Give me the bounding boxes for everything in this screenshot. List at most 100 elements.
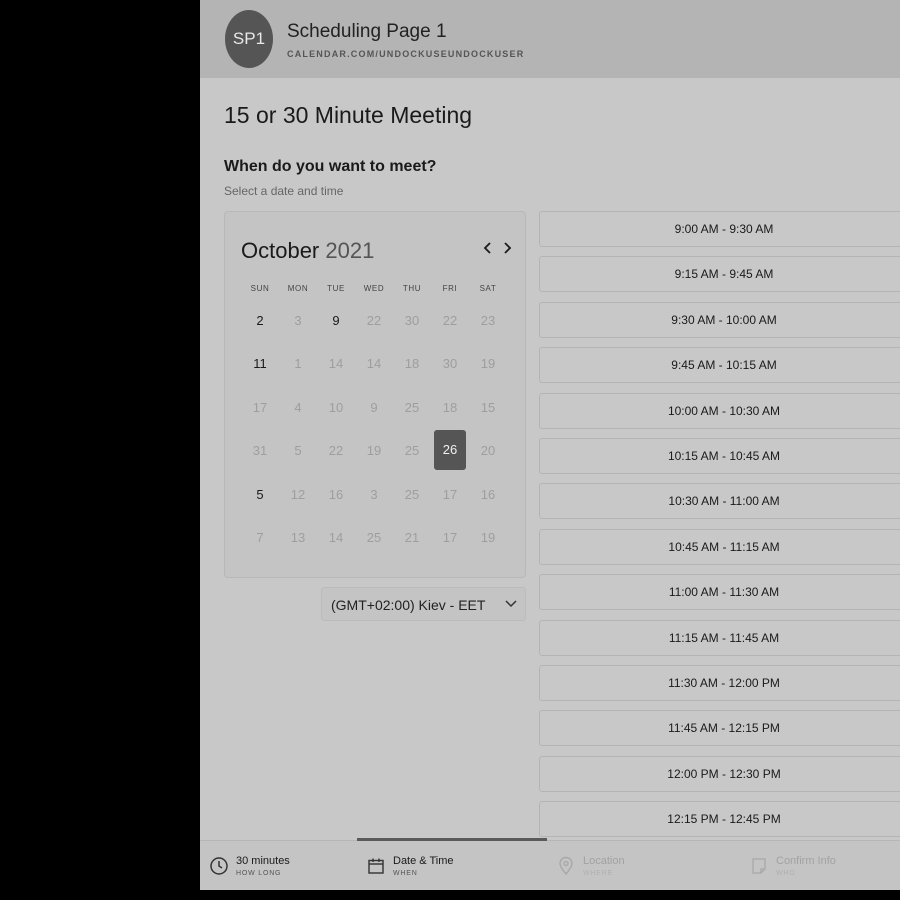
step-progress-bar: 30 minutes HOW LONG Date & Time WHEN Loc… bbox=[200, 838, 900, 890]
calendar-week: 11 1 14 14 18 30 19 bbox=[241, 349, 527, 393]
calendar-day: 13 bbox=[290, 530, 306, 545]
calendar-day: 5 bbox=[294, 443, 302, 458]
chevron-left-icon bbox=[483, 242, 491, 254]
time-slot-button[interactable]: 10:00 AM - 10:30 AM bbox=[539, 392, 900, 429]
calendar-day: 25 bbox=[404, 486, 420, 502]
time-slot-list: 9:00 AM - 9:30 AM 9:15 AM - 9:45 AM 9:30 A… bbox=[539, 211, 900, 846]
calendar-day: 12 bbox=[290, 486, 306, 502]
calendar-day: 25 bbox=[404, 443, 420, 458]
calendar-day: 22 bbox=[366, 312, 382, 328]
weekday-label: MON bbox=[287, 284, 309, 293]
calendar-day: 16 bbox=[480, 486, 496, 502]
section-subtitle: Select a date and time bbox=[224, 184, 344, 198]
calendar-day[interactable]: 11 bbox=[241, 349, 279, 379]
calendar-day: 19 bbox=[480, 530, 496, 545]
calendar-day[interactable]: 2 bbox=[241, 305, 279, 335]
calendar-day: 18 bbox=[404, 356, 420, 371]
time-slot-button[interactable]: 9:00 AM - 9:30 AM bbox=[539, 211, 900, 247]
timezone-select[interactable]: (GMT+02:00) Kiev - EET bbox=[321, 587, 526, 621]
weekday-label: FRI bbox=[442, 284, 458, 293]
previous-month-button[interactable] bbox=[483, 240, 493, 260]
weekday-header: SUN MON TUE WED THU FRI SAT bbox=[241, 284, 527, 293]
calendar-day: 30 bbox=[442, 356, 458, 371]
step-title: 30 minutes bbox=[236, 855, 290, 867]
avatar: SP1 bbox=[225, 10, 273, 68]
calendar-month: October bbox=[241, 238, 320, 263]
calendar-day: 10 bbox=[328, 399, 344, 415]
scheduling-page: SP1 Scheduling Page 1 CALENDAR.COM/UNDOC… bbox=[200, 0, 900, 890]
calendar-day: 23 bbox=[480, 312, 496, 328]
calendar-day: 3 bbox=[294, 312, 302, 328]
calendar-day: 22 bbox=[442, 312, 458, 328]
step-title: Location bbox=[583, 855, 625, 867]
step-title: Date & Time bbox=[393, 855, 454, 867]
time-slot-button[interactable]: 11:45 AM - 12:15 PM bbox=[539, 710, 900, 747]
chevron-down-icon bbox=[505, 600, 517, 608]
calendar-day: 15 bbox=[480, 399, 496, 415]
section-heading: When do you want to meet? bbox=[224, 158, 437, 175]
header-bar: SP1 Scheduling Page 1 CALENDAR.COM/UNDOC… bbox=[200, 0, 900, 78]
clock-icon bbox=[208, 855, 230, 877]
document-icon bbox=[748, 855, 770, 877]
calendar-day: 20 bbox=[480, 443, 496, 458]
calendar-week: 7 13 14 25 21 17 19 bbox=[241, 523, 527, 567]
calendar-day: 17 bbox=[442, 530, 458, 545]
calendar-month-year: October 2021 bbox=[241, 238, 374, 264]
time-slot-button[interactable]: 12:15 PM - 12:45 PM bbox=[539, 801, 900, 838]
step-subtitle: HOW LONG bbox=[236, 870, 282, 877]
calendar-week: 17 4 10 9 25 18 15 bbox=[241, 392, 527, 436]
time-slot-button[interactable]: 12:00 PM - 12:30 PM bbox=[539, 755, 900, 792]
calendar-day: 22 bbox=[328, 443, 344, 458]
calendar-day: 16 bbox=[328, 486, 344, 502]
calendar-week: 31 5 22 19 25 26 20 bbox=[241, 429, 527, 480]
location-pin-icon bbox=[555, 855, 577, 877]
step-confirm-info[interactable]: Confirm Info WHO bbox=[748, 841, 836, 890]
calendar-day: 30 bbox=[404, 312, 420, 328]
step-duration[interactable]: 30 minutes HOW LONG bbox=[208, 841, 290, 890]
step-subtitle: WHO bbox=[776, 870, 796, 877]
time-slot-button[interactable]: 9:45 AM - 10:15 AM bbox=[539, 347, 900, 384]
calendar-grid: 2 3 9 22 30 22 23 11 1 14 14 18 30 19 17 4 10 9 25 18 15 31 5 2… bbox=[241, 305, 527, 566]
time-slot-button[interactable]: 9:30 AM - 10:00 AM bbox=[539, 301, 900, 338]
calendar-day: 19 bbox=[366, 443, 382, 458]
time-slot-button[interactable]: 9:15 AM - 9:45 AM bbox=[539, 256, 900, 293]
time-slot-button[interactable]: 11:30 AM - 12:00 PM bbox=[539, 664, 900, 701]
weekday-label: THU bbox=[402, 284, 422, 293]
calendar-day: 31 bbox=[252, 443, 268, 458]
time-slot-button[interactable]: 10:45 AM - 11:15 AM bbox=[539, 528, 900, 565]
weekday-label: WED bbox=[363, 284, 385, 293]
page-url: CALENDAR.COM/UNDOCKUSEUNDOCKUSER bbox=[287, 49, 525, 59]
time-slot-button[interactable]: 10:30 AM - 11:00 AM bbox=[539, 483, 900, 520]
calendar-day: 4 bbox=[294, 399, 302, 415]
calendar-icon bbox=[365, 855, 387, 877]
calendar-day: 14 bbox=[328, 356, 344, 371]
calendar-day-selected[interactable]: 26 bbox=[434, 429, 466, 470]
step-location[interactable]: Location WHERE bbox=[555, 841, 625, 890]
meeting-title: 15 or 30 Minute Meeting bbox=[224, 102, 473, 128]
step-subtitle: WHERE bbox=[583, 870, 614, 877]
time-slot-button[interactable]: 10:15 AM - 10:45 AM bbox=[539, 437, 900, 474]
time-slot-button[interactable]: 11:15 AM - 11:45 AM bbox=[539, 619, 900, 656]
calendar-day: 18 bbox=[442, 399, 458, 415]
calendar-day: 21 bbox=[404, 530, 420, 545]
calendar-day: 14 bbox=[366, 356, 382, 371]
step-subtitle: WHEN bbox=[393, 870, 418, 877]
calendar-day: 17 bbox=[442, 486, 458, 502]
calendar-day: 17 bbox=[252, 399, 268, 415]
next-month-button[interactable] bbox=[502, 240, 512, 260]
calendar-day: 25 bbox=[366, 530, 382, 545]
calendar-day: 9 bbox=[370, 399, 378, 415]
calendar-week: 2 3 9 22 30 22 23 bbox=[241, 305, 527, 349]
weekday-label: SAT bbox=[479, 284, 497, 293]
calendar-day: 25 bbox=[404, 399, 420, 415]
calendar-day: 7 bbox=[256, 530, 264, 545]
step-title: Confirm Info bbox=[776, 855, 836, 867]
calendar-day: 3 bbox=[370, 486, 378, 502]
calendar-week: 5 12 16 3 25 17 16 bbox=[241, 479, 527, 523]
step-date-time[interactable]: Date & Time WHEN bbox=[365, 841, 454, 890]
calendar-day[interactable]: 5 bbox=[241, 479, 279, 509]
time-slot-button[interactable]: 11:00 AM - 11:30 AM bbox=[539, 574, 900, 611]
weekday-label: SUN bbox=[250, 284, 270, 293]
calendar-day: 19 bbox=[480, 356, 496, 371]
calendar-day[interactable]: 9 bbox=[317, 305, 355, 335]
